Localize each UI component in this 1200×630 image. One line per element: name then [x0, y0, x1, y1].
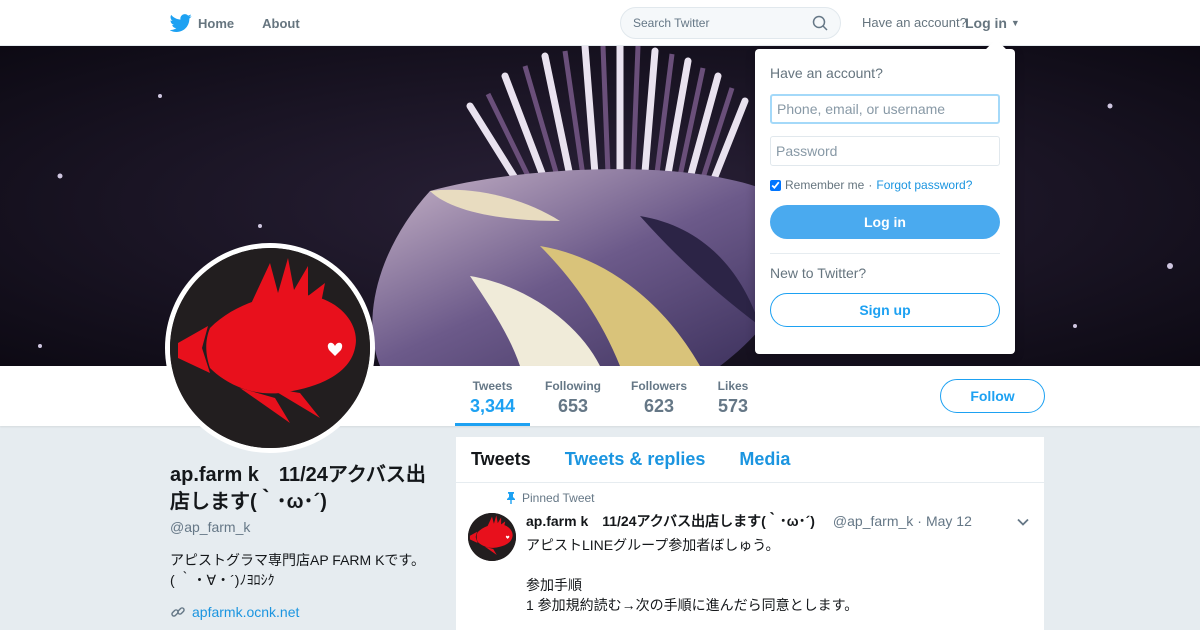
tweet-avatar[interactable]: [468, 513, 516, 561]
nav-left: Home About: [170, 0, 328, 46]
red-fish-logo-icon: [468, 513, 516, 561]
chevron-down-icon[interactable]: [1016, 515, 1030, 529]
nav-home-link[interactable]: Home: [170, 12, 234, 34]
remember-me-row: Remember me · Forgot password?: [770, 178, 1000, 192]
dropdown-divider: [770, 253, 1000, 254]
stat-likes-value: 573: [717, 396, 749, 416]
signup-button[interactable]: Sign up: [770, 293, 1000, 327]
profile-bio: アピストグラマ専門店AP FARM Kです。 ( ｀・∀・´)ﾉﾖﾛｼｸ: [170, 550, 440, 590]
tweet-text-line: 1 参加規約読む→次の手順に進んだら同意とします。: [526, 597, 859, 613]
timeline-tabs: Tweets Tweets & replies Media: [456, 437, 1044, 483]
search-box[interactable]: [620, 7, 841, 39]
profile-website: apfarmk.ocnk.net: [170, 604, 299, 620]
tweet-header: ap.farm k 11/24アクバス出店します(｀･ω･´) @ap_farm…: [526, 511, 1026, 531]
stat-tweets[interactable]: Tweets 3,344: [455, 366, 530, 426]
login-dropdown: Have an account? Remember me · Forgot pa…: [755, 39, 1015, 354]
stat-tweets-label: Tweets: [472, 379, 513, 393]
tab-tweets-and-replies[interactable]: Tweets & replies: [565, 449, 706, 470]
profile-name: ap.farm k 11/24アクバス出店します(｀･ω･´): [170, 464, 426, 513]
tweet-author-handle[interactable]: @ap_farm_k: [833, 513, 913, 529]
pinned-tweet-label: Pinned Tweet: [506, 491, 595, 505]
remember-separator: ·: [868, 178, 873, 192]
stat-followers[interactable]: Followers 623: [626, 366, 692, 426]
pinned-label-text: Pinned Tweet: [522, 491, 595, 505]
stat-followers-value: 623: [643, 396, 675, 416]
pinned-tweet[interactable]: Pinned Tweet ap.farm k 11/24アクバス出店します(｀･…: [456, 483, 1044, 630]
avatar-image: [170, 248, 370, 448]
tweet-date[interactable]: May 12: [926, 513, 972, 529]
username-field[interactable]: [770, 94, 1000, 124]
dropdown-title: Have an account?: [770, 65, 883, 81]
tab-media[interactable]: Media: [739, 449, 790, 470]
tweet-text: アピストLINEグループ参加者ぼしゅう。 参加手順 1 参加規約読む→次の手順に…: [526, 535, 1026, 615]
remember-me-label[interactable]: Remember me: [785, 178, 864, 192]
have-account-text: Have an account?: [862, 15, 967, 30]
link-icon: [171, 607, 185, 617]
tweet-text-line: [526, 555, 1026, 575]
password-field[interactable]: [770, 136, 1000, 166]
top-navigation-bar: Home About Have an account? Log in ▼: [0, 0, 1200, 46]
profile-bio-line: ( ｀・∀・´)ﾉﾖﾛｼｸ: [170, 572, 275, 588]
login-link-label: Log in: [965, 15, 1007, 31]
search-icon[interactable]: [812, 15, 828, 31]
stat-tweets-value: 3,344: [469, 396, 516, 416]
profile-bio-line: アピストグラマ専門店AP FARM Kです。: [170, 552, 426, 568]
tweet-text-line: 参加手順: [526, 577, 582, 593]
stat-likes-label: Likes: [717, 379, 749, 393]
remember-me-checkbox[interactable]: [770, 179, 781, 191]
stat-following-label: Following: [545, 379, 601, 393]
nav-home-label: Home: [198, 15, 235, 31]
follow-button[interactable]: Follow: [940, 379, 1045, 413]
login-dropdown-toggle[interactable]: Log in ▼: [965, 15, 1020, 31]
twitter-bird-icon: [170, 14, 192, 32]
search-input[interactable]: [633, 16, 803, 30]
tweet-author-name[interactable]: ap.farm k 11/24アクバス出店します(｀･ω･´): [526, 511, 815, 531]
caret-down-icon: ▼: [1010, 18, 1020, 28]
new-to-twitter-text: New to Twitter?: [770, 265, 867, 281]
login-button[interactable]: Log in: [770, 205, 1000, 239]
stat-following-value: 653: [557, 396, 589, 416]
tab-tweets[interactable]: Tweets: [471, 449, 531, 470]
stat-followers-label: Followers: [630, 379, 687, 393]
timeline: Tweets Tweets & replies Media Pinned Twe…: [456, 437, 1044, 630]
profile-avatar[interactable]: [165, 243, 375, 453]
profile-website-link[interactable]: apfarmk.ocnk.net: [192, 604, 299, 620]
tweet-separator: ·: [917, 513, 922, 529]
nav-about-link[interactable]: About: [262, 16, 300, 31]
tweet-text-line: アピストLINEグループ参加者ぼしゅう。: [526, 537, 780, 553]
pin-icon: [507, 492, 515, 504]
red-fish-logo-icon: [170, 248, 370, 448]
forgot-password-link[interactable]: Forgot password?: [876, 178, 972, 192]
stat-likes[interactable]: Likes 573: [710, 366, 756, 426]
profile-handle: @ap_farm_k: [170, 519, 251, 535]
stat-following[interactable]: Following 653: [540, 366, 606, 426]
